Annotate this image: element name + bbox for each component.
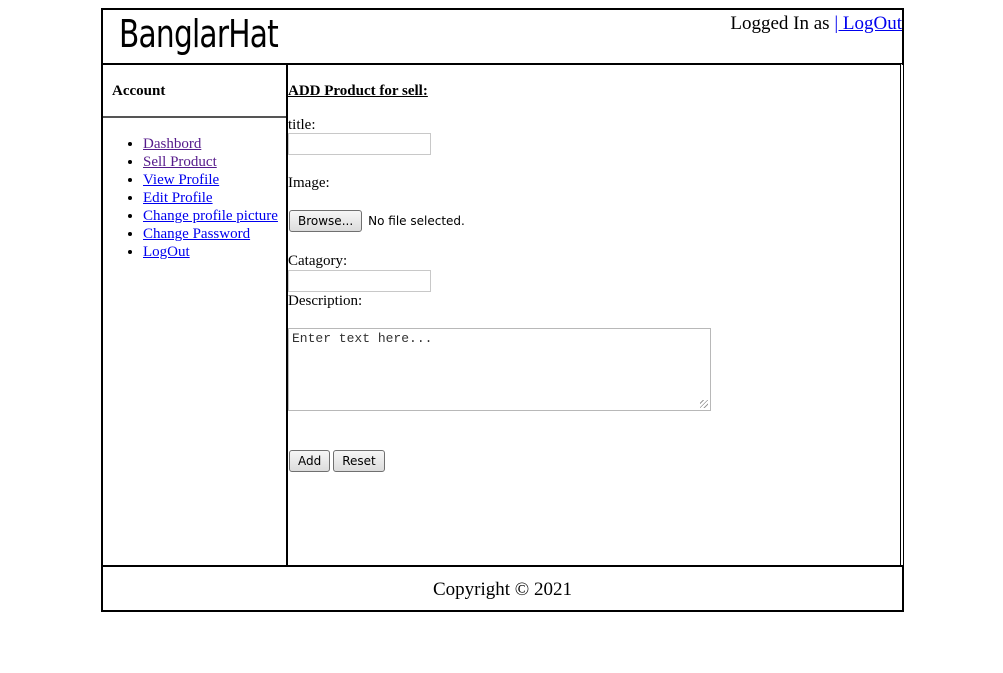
- description-textarea[interactable]: Enter text here...: [288, 328, 711, 411]
- sidebar-item-edit-profile: Edit Profile: [143, 189, 278, 207]
- sidebar-item-change-picture: Change profile picture: [143, 207, 278, 225]
- browse-button[interactable]: Browse...: [289, 210, 363, 232]
- sidebar-item-dashboard: Dashbord: [143, 135, 278, 153]
- image-file-input[interactable]: Browse... No file selected.: [289, 210, 465, 232]
- change-password-link[interactable]: Change Password: [143, 226, 250, 242]
- sidebar-logout-link[interactable]: LogOut: [143, 244, 190, 260]
- file-status-text: No file selected.: [368, 214, 465, 228]
- dashboard-link[interactable]: Dashbord: [143, 136, 201, 152]
- sidebar-item-view-profile: View Profile: [143, 171, 278, 189]
- category-input[interactable]: [288, 270, 431, 292]
- sidebar-item-change-password: Change Password: [143, 225, 278, 243]
- title-input[interactable]: [288, 133, 431, 155]
- description-label: Description:: [288, 293, 363, 309]
- logged-in-text: Logged In as: [730, 13, 835, 34]
- main-content: ADD Product for sell: title: Image: Brow…: [286, 63, 904, 566]
- sidebar-item-sell-product: Sell Product: [143, 153, 278, 171]
- header-logout-link[interactable]: | LogOut: [834, 13, 902, 34]
- page-header: BanglarHat Logged In as | LogOut: [101, 8, 904, 65]
- view-profile-link[interactable]: View Profile: [143, 172, 219, 188]
- resize-grip-icon[interactable]: [700, 400, 708, 408]
- reset-button[interactable]: Reset: [333, 450, 385, 472]
- sell-product-link[interactable]: Sell Product: [143, 154, 217, 170]
- add-button[interactable]: Add: [289, 450, 331, 472]
- sidebar-title: Account: [112, 83, 166, 99]
- account-sidebar: Account Dashbord Sell Product View Profi…: [101, 63, 288, 566]
- sidebar-divider: [103, 116, 288, 118]
- site-logo[interactable]: BanglarHat: [119, 12, 279, 56]
- form-actions: Add Reset: [289, 450, 388, 472]
- form-heading: ADD Product for sell:: [288, 83, 428, 99]
- image-label: Image:: [288, 175, 330, 191]
- sidebar-menu: Dashbord Sell Product View Profile Edit …: [103, 135, 278, 261]
- copyright-text: Copyright © 2021: [433, 579, 572, 600]
- edit-profile-link[interactable]: Edit Profile: [143, 190, 213, 206]
- page-footer: Copyright © 2021: [101, 565, 904, 612]
- title-label: title:: [288, 117, 316, 133]
- description-placeholder: Enter text here...: [292, 331, 433, 346]
- login-status: Logged In as | LogOut: [730, 13, 902, 35]
- category-label: Catagory:: [288, 253, 348, 269]
- sidebar-item-logout: LogOut: [143, 243, 278, 261]
- change-profile-picture-link[interactable]: Change profile picture: [143, 208, 278, 224]
